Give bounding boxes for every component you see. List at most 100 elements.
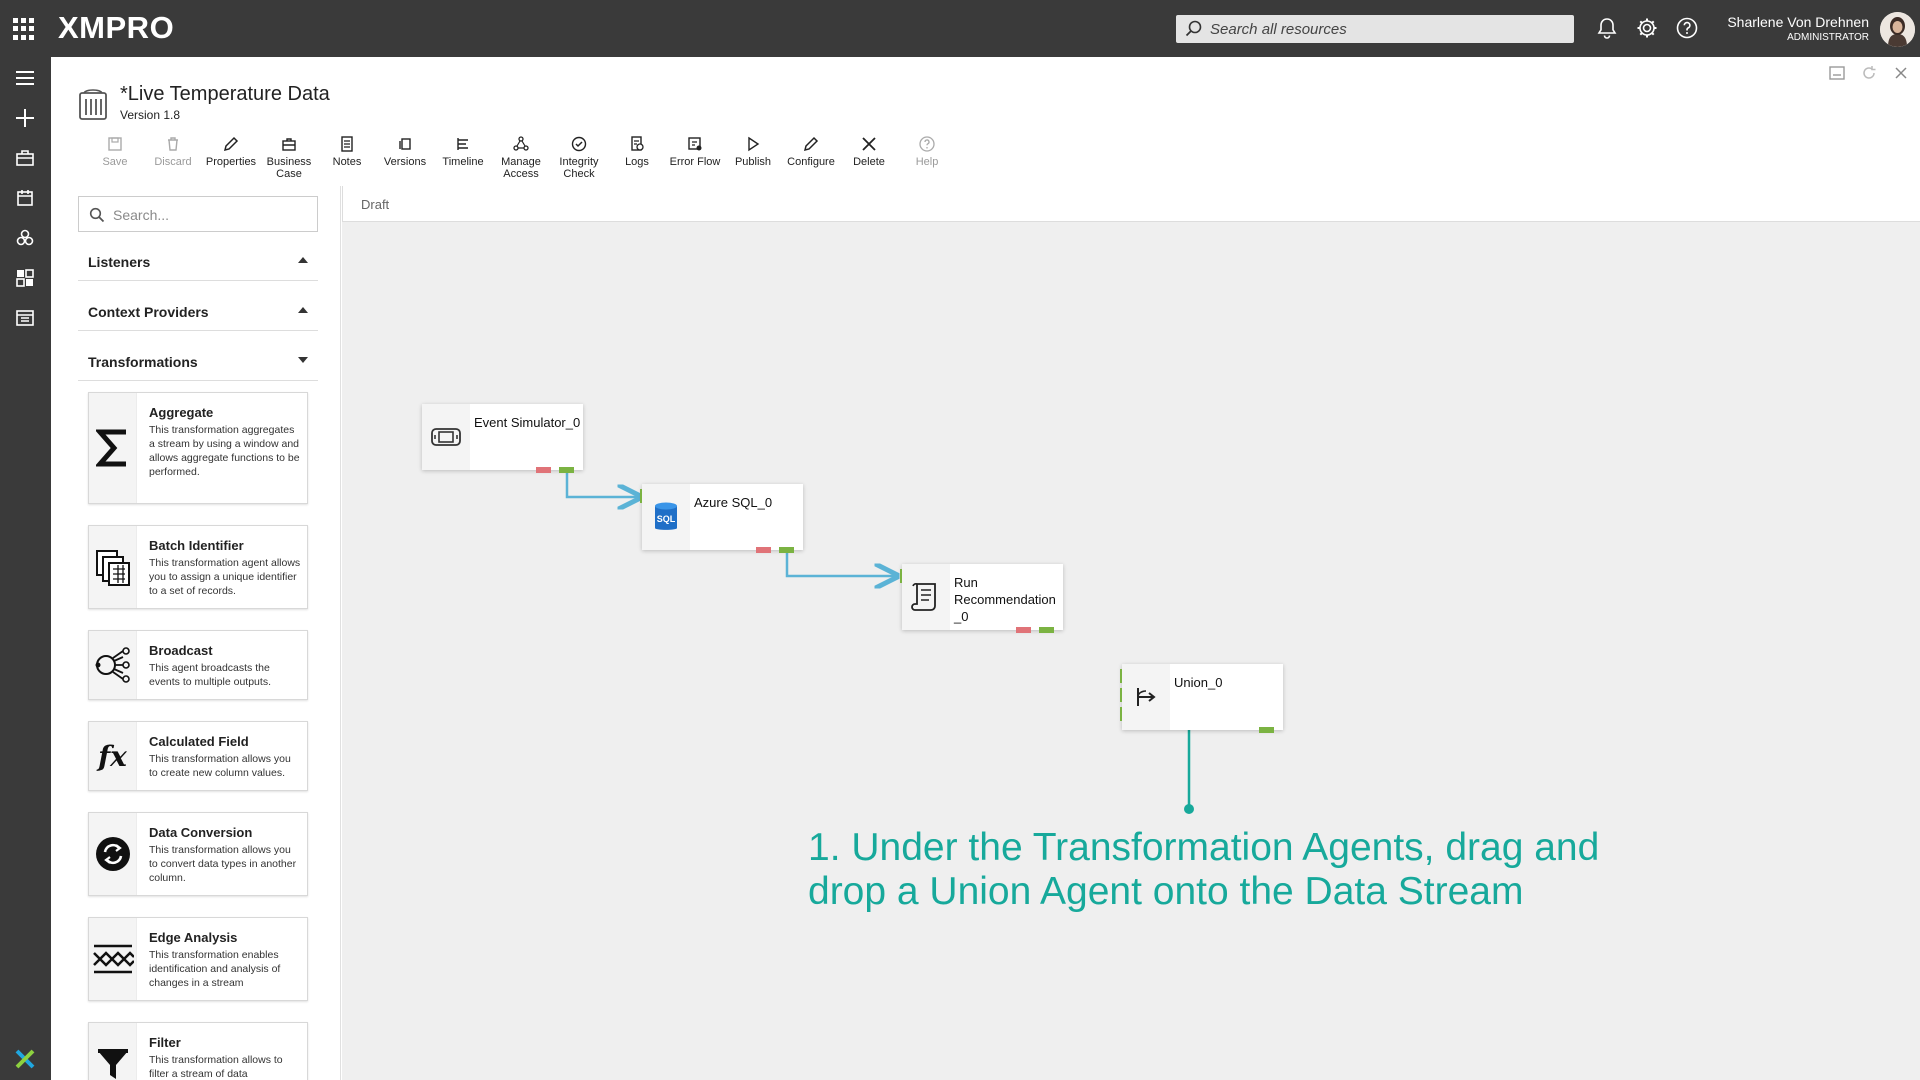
agent-description: This transformation agent allows you to …: [149, 557, 301, 597]
app-launcher-icon[interactable]: [13, 18, 35, 40]
close-icon[interactable]: [1892, 64, 1910, 82]
publish-button[interactable]: Publish: [720, 135, 786, 168]
delete-button[interactable]: Delete: [836, 135, 902, 168]
error-port[interactable]: [756, 547, 771, 553]
agent-card-batch-identifier[interactable]: Batch Identifier This transformation age…: [88, 525, 308, 609]
function-icon: fx: [89, 722, 137, 790]
sql-icon: SQL: [642, 484, 690, 550]
agent-card-calculated-field[interactable]: fx Calculated Field This transformation …: [88, 721, 308, 791]
version-label: Version 1.8: [120, 108, 181, 122]
versions-button[interactable]: Versions: [372, 135, 438, 168]
agent-description: This transformation enables identificati…: [149, 949, 281, 989]
logs-button[interactable]: Logs: [604, 135, 670, 168]
play-icon: [748, 136, 760, 152]
node-azure-sql[interactable]: SQL Azure SQL_0: [640, 484, 803, 553]
node-label: Run Recommendation _0: [954, 575, 1056, 624]
caret-up-icon: [298, 307, 308, 313]
user-name[interactable]: Sharlene Von Drehnen: [1727, 14, 1869, 30]
toolbox-search[interactable]: [78, 196, 318, 232]
tutorial-annotation: 1. Under the Transformation Agents, drag…: [808, 826, 1599, 914]
draft-label: Draft: [361, 197, 390, 212]
agent-card-edge-analysis[interactable]: Edge Analysis This transformation enable…: [88, 917, 308, 1001]
configure-button[interactable]: Configure: [778, 135, 844, 168]
script-icon: [902, 564, 950, 630]
batch-icon: [89, 526, 137, 608]
business-case-button[interactable]: Business Case: [256, 135, 322, 180]
bell-icon[interactable]: [1595, 16, 1619, 40]
agent-name: Data Conversion: [149, 825, 253, 840]
agent-card-aggregate[interactable]: Aggregate This transformation aggregates…: [88, 392, 308, 504]
union-icon: [1122, 664, 1170, 730]
manage-access-button[interactable]: Manage Access: [488, 135, 554, 180]
agent-card-filter[interactable]: Filter This transformation allows to fil…: [88, 1022, 308, 1080]
properties-button[interactable]: Properties: [198, 135, 264, 168]
notes-icon: [341, 136, 353, 152]
check-circle-icon: [571, 136, 587, 152]
node-label: Event Simulator_0: [474, 415, 581, 430]
agent-name: Aggregate: [149, 405, 214, 420]
sigma-icon: [89, 393, 137, 503]
agent-description: This transformation allows you to conver…: [149, 844, 297, 884]
agent-name: Calculated Field: [149, 734, 249, 749]
agent-name: Filter: [149, 1035, 181, 1050]
error-flow-button[interactable]: Error Flow: [662, 135, 728, 168]
save-button[interactable]: Save: [82, 135, 148, 168]
filter-icon: [89, 1023, 137, 1080]
briefcase-icon: [282, 138, 296, 151]
node-event-simulator[interactable]: Event Simulator_0: [422, 404, 583, 473]
avatar[interactable]: [1880, 12, 1915, 47]
data-stream-icon[interactable]: [12, 225, 38, 251]
output-port[interactable]: [779, 547, 794, 553]
error-port[interactable]: [1016, 627, 1031, 633]
help-button[interactable]: Help: [894, 135, 960, 168]
output-port[interactable]: [1039, 627, 1054, 633]
discard-button[interactable]: Discard: [140, 135, 206, 168]
node-run-recommendation[interactable]: Run Recommendation _0: [900, 564, 1063, 633]
agent-card-broadcast[interactable]: Broadcast This agent broadcasts the even…: [88, 630, 308, 700]
calendar-icon[interactable]: [12, 185, 38, 211]
stream-canvas[interactable]: [342, 186, 1920, 1080]
section-context-providers[interactable]: Context Providers: [78, 291, 318, 331]
left-nav: [0, 57, 51, 1080]
convert-icon: [89, 813, 137, 895]
app-designer-icon[interactable]: [12, 305, 38, 331]
node-union[interactable]: Union_0: [1120, 664, 1283, 733]
search-icon: [89, 207, 105, 223]
help-icon[interactable]: [1675, 16, 1699, 40]
section-transformations[interactable]: Transformations: [78, 341, 318, 381]
output-port[interactable]: [559, 467, 574, 473]
page-title: *Live Temperature Data: [120, 83, 330, 105]
error-port[interactable]: [536, 467, 551, 473]
xmpro-logo[interactable]: XMPRO: [58, 10, 174, 46]
svg-text:SQL: SQL: [657, 514, 676, 524]
section-listeners[interactable]: Listeners: [78, 241, 318, 281]
notes-button[interactable]: Notes: [314, 135, 380, 168]
refresh-icon[interactable]: [1860, 64, 1878, 82]
broadcast-icon: [89, 631, 137, 699]
data-stream-doc-icon: [79, 89, 107, 120]
trash-icon: [168, 137, 178, 151]
agent-name: Broadcast: [149, 643, 213, 658]
search-placeholder: Search all resources: [1210, 21, 1347, 38]
gear-icon[interactable]: [1635, 16, 1659, 40]
agent-description: This transformation aggregates a stream …: [149, 424, 300, 478]
timeline-button[interactable]: Timeline: [430, 135, 496, 168]
menu-icon[interactable]: [12, 65, 38, 91]
integrity-check-button[interactable]: Integrity Check: [546, 135, 612, 180]
global-search-input[interactable]: Search all resources: [1176, 15, 1574, 43]
agent-description: This agent broadcasts the events to mult…: [149, 662, 271, 688]
top-bar: XMPRO Search all resources Sharlene Von …: [0, 0, 1920, 57]
briefcase-icon[interactable]: [12, 145, 38, 171]
output-port[interactable]: [1259, 727, 1274, 733]
add-icon[interactable]: [12, 105, 38, 131]
agent-toolbox: Listeners Context Providers Transformati…: [51, 186, 341, 1080]
agent-name: Edge Analysis: [149, 930, 238, 945]
toolbox-search-input[interactable]: [113, 205, 308, 225]
xmpro-x-icon[interactable]: [14, 1048, 36, 1070]
edge-analysis-icon: [89, 918, 137, 1000]
agent-card-data-conversion[interactable]: Data Conversion This transformation allo…: [88, 812, 308, 896]
window-controls: [1828, 64, 1910, 82]
minimize-icon[interactable]: [1828, 64, 1846, 82]
timeline-icon: [457, 138, 468, 150]
dashboard-icon[interactable]: [12, 265, 38, 291]
